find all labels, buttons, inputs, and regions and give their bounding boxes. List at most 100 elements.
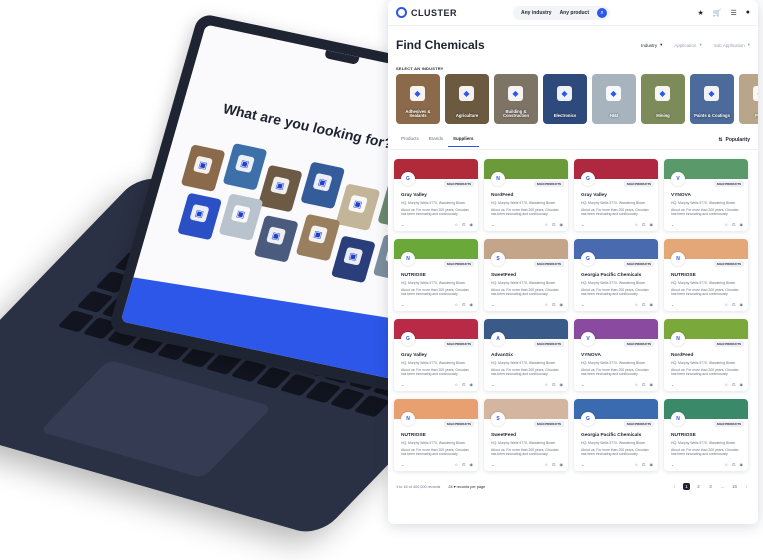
industry-tile[interactable]: ◆ Building & Construction	[494, 74, 538, 124]
favorite-star-icon[interactable]: ☆	[635, 382, 639, 387]
page-next[interactable]: ›	[743, 483, 750, 490]
cart-icon[interactable]: ⊡	[642, 222, 645, 227]
supplier-card[interactable]: N SOLD PRODUCTS NUTRIOSE HQ: Murphy Wells 9…	[664, 239, 748, 311]
supplier-card[interactable]: G SOLD PRODUCTS Gray Valley HQ: Murphy Well…	[394, 159, 478, 231]
brand-logo[interactable]: CLUSTER	[396, 7, 457, 18]
application-filter[interactable]: Application ▾	[674, 42, 701, 48]
supplier-card[interactable]: A SOLD PRODUCTS AdvanSix HQ: Murphy Wells 9…	[484, 319, 568, 391]
industry-tile[interactable]: ◆ HI&I	[592, 74, 636, 124]
star-icon[interactable]: ★	[697, 9, 703, 17]
page-1[interactable]: 1	[683, 483, 690, 490]
expand-chevron-icon[interactable]: ⌄	[401, 462, 404, 467]
expand-chevron-icon[interactable]: ⌄	[491, 462, 494, 467]
industry-tile[interactable]: ◆ Paints & Coatings	[690, 74, 734, 124]
chat-icon[interactable]: ◉	[740, 382, 744, 387]
industry-tile[interactable]: ◆ Agriculture	[445, 74, 489, 124]
cart-icon[interactable]: ⊡	[552, 462, 555, 467]
supplier-card[interactable]: G SOLD PRODUCTS Gray Valley HQ: Murphy Well…	[394, 319, 478, 391]
favorite-star-icon[interactable]: ☆	[455, 222, 459, 227]
expand-chevron-icon[interactable]: ⌄	[491, 302, 494, 307]
supplier-card[interactable]: G SOLD PRODUCTS Georgia Pacific Chemicals H…	[574, 399, 658, 471]
cart-icon[interactable]: ⊡	[552, 222, 555, 227]
favorite-star-icon[interactable]: ☆	[635, 222, 639, 227]
chat-icon[interactable]: ◉	[560, 462, 564, 467]
expand-chevron-icon[interactable]: ⌄	[671, 382, 674, 387]
supplier-card[interactable]: N SOLD PRODUCTS NordFeed HQ: Murphy Wells 9…	[664, 319, 748, 391]
supplier-card[interactable]: S SOLD PRODUCTS SweetFeed HQ: Murphy Wells …	[484, 399, 568, 471]
expand-chevron-icon[interactable]: ⌄	[401, 382, 404, 387]
page-3[interactable]: 3	[707, 483, 714, 490]
menu-icon[interactable]: ☰	[730, 9, 736, 17]
expand-chevron-icon[interactable]: ⌄	[401, 302, 404, 307]
industry-tile[interactable]: ◆ Electronics	[543, 74, 587, 124]
tab-suppliers[interactable]: Suppliers	[448, 136, 479, 147]
user-icon[interactable]: ●	[746, 9, 750, 17]
favorite-star-icon[interactable]: ☆	[455, 382, 459, 387]
chat-icon[interactable]: ◉	[560, 302, 564, 307]
supplier-card[interactable]: N SOLD PRODUCTS NUTRIOSE HQ: Murphy Wells 9…	[394, 239, 478, 311]
expand-chevron-icon[interactable]: ⌄	[671, 462, 674, 467]
cart-icon[interactable]: ⊡	[642, 462, 645, 467]
industry-tile[interactable]: ◆ Paper	[739, 74, 758, 124]
chat-icon[interactable]: ◉	[470, 222, 474, 227]
expand-chevron-icon[interactable]: ⌄	[671, 222, 674, 227]
supplier-card[interactable]: N SOLD PRODUCTS NordFeed HQ: Murphy Wells 9…	[484, 159, 568, 231]
favorite-star-icon[interactable]: ☆	[545, 462, 549, 467]
supplier-card[interactable]: N SOLD PRODUCTS NUTRIOSE HQ: Murphy Wells 9…	[664, 399, 748, 471]
favorite-star-icon[interactable]: ☆	[545, 382, 549, 387]
favorite-star-icon[interactable]: ☆	[545, 222, 549, 227]
favorite-star-icon[interactable]: ☆	[725, 462, 729, 467]
chat-icon[interactable]: ◉	[560, 222, 564, 227]
chat-icon[interactable]: ◉	[650, 302, 654, 307]
favorite-star-icon[interactable]: ☆	[635, 462, 639, 467]
expand-chevron-icon[interactable]: ⌄	[491, 222, 494, 227]
cart-icon[interactable]: ⊡	[462, 382, 465, 387]
search-bar[interactable]: Any industry Any product ⌕	[513, 5, 611, 20]
tab-brands[interactable]: Brands	[424, 136, 448, 147]
favorite-star-icon[interactable]: ☆	[455, 462, 459, 467]
chat-icon[interactable]: ◉	[740, 222, 744, 227]
supplier-card[interactable]: V SOLD PRODUCTS VYNOVA HQ: Murphy Wells 977…	[664, 159, 748, 231]
favorite-star-icon[interactable]: ☆	[725, 382, 729, 387]
favorite-star-icon[interactable]: ☆	[725, 222, 729, 227]
supplier-card[interactable]: V SOLD PRODUCTS VYNOVA HQ: Murphy Wells 977…	[574, 319, 658, 391]
cart-icon[interactable]: ⊡	[462, 222, 465, 227]
chat-icon[interactable]: ◉	[650, 382, 654, 387]
search-icon[interactable]: ⌕	[597, 7, 608, 18]
cart-icon[interactable]: ⊡	[552, 382, 555, 387]
cart-icon[interactable]: ⊡	[732, 382, 735, 387]
expand-chevron-icon[interactable]: ⌄	[581, 222, 584, 227]
favorite-star-icon[interactable]: ☆	[545, 302, 549, 307]
cart-icon[interactable]: ⊡	[732, 462, 735, 467]
cart-icon[interactable]: ⊡	[732, 222, 735, 227]
chat-icon[interactable]: ◉	[740, 462, 744, 467]
favorite-star-icon[interactable]: ☆	[635, 302, 639, 307]
cart-icon[interactable]: ⊡	[552, 302, 555, 307]
chat-icon[interactable]: ◉	[470, 462, 474, 467]
chat-icon[interactable]: ◉	[470, 302, 474, 307]
cart-icon[interactable]: ⊡	[462, 302, 465, 307]
cart-icon[interactable]: ⊡	[462, 462, 465, 467]
page-2[interactable]: 2	[695, 483, 702, 490]
page-16[interactable]: 16	[731, 483, 738, 490]
industry-tile[interactable]: ◆ Mining	[641, 74, 685, 124]
sub-application-filter[interactable]: Sub Application ▾	[714, 42, 750, 48]
chat-icon[interactable]: ◉	[740, 302, 744, 307]
favorite-star-icon[interactable]: ☆	[725, 302, 729, 307]
expand-chevron-icon[interactable]: ⌄	[581, 462, 584, 467]
expand-chevron-icon[interactable]: ⌄	[671, 302, 674, 307]
cart-icon[interactable]: ⊡	[642, 382, 645, 387]
expand-chevron-icon[interactable]: ⌄	[491, 382, 494, 387]
search-industry-select[interactable]: Any industry	[521, 10, 552, 16]
industry-tile[interactable]: ◆ Adhesives & Sealants	[396, 74, 440, 124]
tab-products[interactable]: Products	[396, 136, 424, 147]
records-per-page-select[interactable]: 24 ▾ records per page	[448, 484, 485, 489]
chat-icon[interactable]: ◉	[650, 222, 654, 227]
expand-chevron-icon[interactable]: ⌄	[401, 222, 404, 227]
supplier-card[interactable]: G SOLD PRODUCTS Gray Valley HQ: Murphy Well…	[574, 159, 658, 231]
page-prev[interactable]: ‹	[671, 483, 678, 490]
cart-icon[interactable]: 🛒	[713, 9, 722, 17]
supplier-card[interactable]: S SOLD PRODUCTS SweetFeed HQ: Murphy Wells …	[484, 239, 568, 311]
search-product-select[interactable]: Any product	[560, 10, 589, 16]
favorite-star-icon[interactable]: ☆	[455, 302, 459, 307]
